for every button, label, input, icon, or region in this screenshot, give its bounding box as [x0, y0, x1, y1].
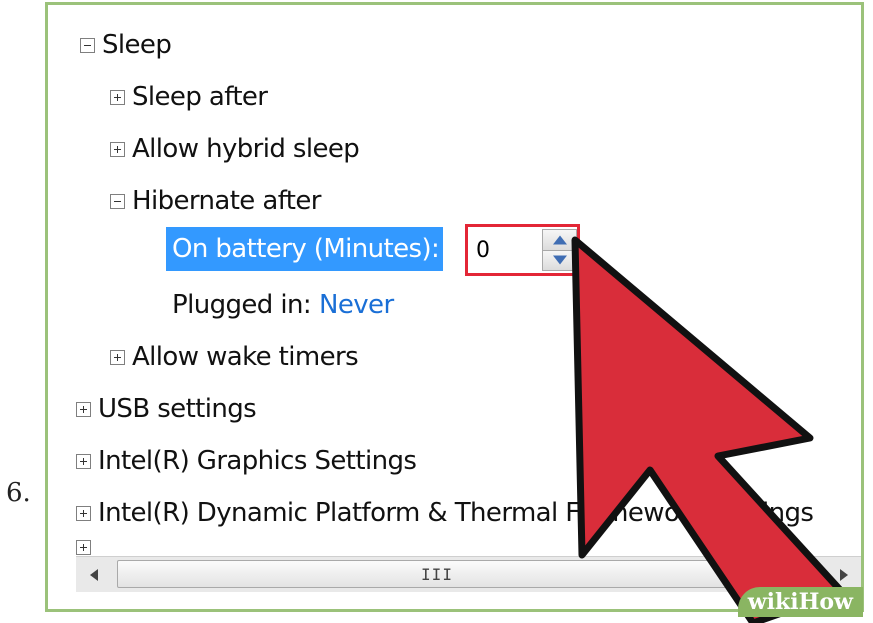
plugged-in-setting[interactable]: Plugged in: Never [172, 285, 394, 325]
expand-icon[interactable] [76, 453, 91, 469]
tree-item-cutoff [76, 537, 98, 557]
tree-item-label: Intel(R) Dynamic Platform & Thermal Fram… [98, 498, 814, 528]
scroll-left-button[interactable] [76, 557, 112, 593]
on-battery-label: On battery (Minutes): [166, 227, 444, 271]
power-options-window: Sleep Sleep after Allow hybrid sleep Hib… [45, 2, 864, 612]
tree-item-intel-dptf[interactable]: Intel(R) Dynamic Platform & Thermal Fram… [76, 493, 814, 533]
expand-icon[interactable] [76, 401, 91, 417]
plugged-in-label: Plugged in: [172, 290, 312, 320]
tree-item-hibernate-after[interactable]: Hibernate after [110, 181, 321, 221]
horizontal-scrollbar[interactable]: III [76, 556, 861, 593]
collapse-icon[interactable] [110, 193, 125, 209]
tree-item-usb-settings[interactable]: USB settings [76, 389, 257, 429]
tree-item-allow-wake-timers[interactable]: Allow wake timers [110, 337, 359, 377]
tree-item-label: Sleep [102, 30, 172, 60]
expand-icon [76, 539, 91, 555]
arrow-down-icon [552, 255, 567, 265]
tree-item-label: Intel(R) Graphics Settings [98, 446, 417, 476]
tree-item-sleep-after[interactable]: Sleep after [110, 77, 268, 117]
tree-item-label: Hibernate after [132, 186, 321, 216]
tree-item-label: Allow wake timers [132, 342, 359, 372]
expand-icon[interactable] [110, 89, 125, 105]
spin-up-button[interactable] [543, 230, 576, 250]
expand-icon[interactable] [110, 141, 125, 157]
on-battery-spinner[interactable] [465, 224, 580, 276]
on-battery-minutes-input[interactable] [468, 229, 536, 271]
plugged-in-value-link[interactable]: Never [319, 285, 394, 325]
scrollbar-thumb[interactable]: III [117, 560, 757, 588]
wikihow-watermark: wikiHow [737, 587, 863, 617]
tree-item-intel-graphics[interactable]: Intel(R) Graphics Settings [76, 441, 417, 481]
spin-down-button[interactable] [543, 249, 576, 270]
expand-icon[interactable] [110, 349, 125, 365]
step-number: 6. [6, 478, 31, 508]
tree-item-label: Allow hybrid sleep [132, 134, 360, 164]
collapse-icon[interactable] [80, 37, 95, 53]
arrow-up-icon [552, 235, 567, 245]
grip-icon: III [421, 564, 453, 584]
spinner-buttons [542, 229, 577, 271]
arrow-right-icon [840, 569, 848, 581]
tree-item-allow-hybrid-sleep[interactable]: Allow hybrid sleep [110, 129, 360, 169]
on-battery-setting[interactable]: On battery (Minutes): [166, 227, 444, 271]
tree-item-sleep[interactable]: Sleep [80, 25, 172, 65]
expand-icon[interactable] [76, 505, 91, 521]
tree-item-label: USB settings [98, 394, 257, 424]
arrow-left-icon [90, 569, 98, 581]
tree-item-label: Sleep after [132, 82, 268, 112]
settings-tree: Sleep Sleep after Allow hybrid sleep Hib… [48, 5, 861, 609]
